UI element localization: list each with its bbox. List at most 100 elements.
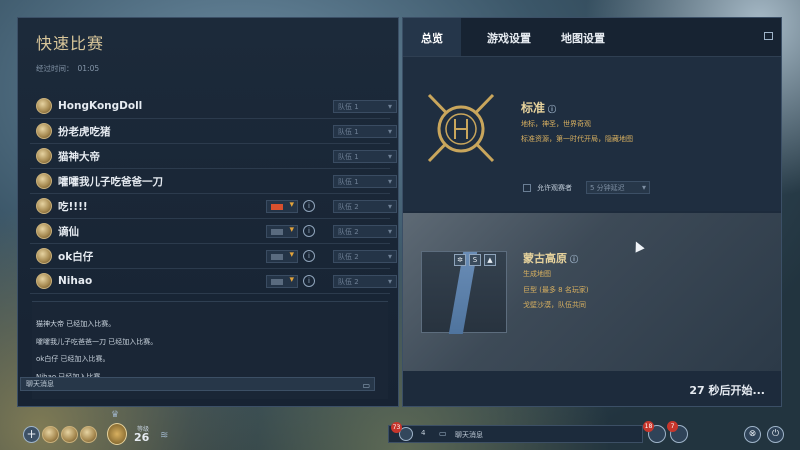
lobby-title: 快速比赛: [36, 34, 105, 53]
player-avatar[interactable]: [36, 198, 52, 214]
info-icon[interactable]: i: [303, 250, 315, 262]
tab-game-settings[interactable]: 游戏设置: [469, 18, 549, 56]
window-icon[interactable]: [764, 32, 773, 40]
tab-overview[interactable]: 总览: [403, 18, 461, 56]
bottom-bar: + ♛ 等级 26 ≋ 73 4 ▭ 聊天消息 18 7 ⊗ ⏻: [0, 410, 800, 450]
team-select[interactable]: 队伍 1: [333, 175, 397, 188]
map-resources: 戈壁沙漠，队伍共同: [523, 301, 586, 309]
notification-badge: 73: [391, 422, 402, 433]
player-avatar[interactable]: [36, 223, 52, 239]
info-icon[interactable]: i: [303, 275, 315, 287]
bottom-chat-label[interactable]: 聊天消息: [455, 430, 483, 440]
send-icon[interactable]: ▭: [362, 379, 370, 392]
chat-input[interactable]: 聊天消息 ▭: [20, 377, 375, 391]
player-row[interactable]: HongKongDoll 队伍 1: [30, 94, 397, 119]
map-type: 生成地图: [523, 270, 551, 278]
player-name: HongKongDoll: [58, 100, 143, 112]
party-avatar[interactable]: [61, 426, 78, 443]
flag-icon: [271, 204, 283, 210]
info-icon[interactable]: i: [303, 200, 315, 212]
river-icon: S: [469, 254, 481, 266]
team-select[interactable]: 队伍 2: [333, 225, 397, 238]
civ-flag-select[interactable]: [266, 250, 298, 263]
crown-icon: ♛: [111, 410, 120, 420]
add-friend-button[interactable]: +: [23, 426, 40, 443]
player-row[interactable]: 嚯嚯我儿子吃爸爸一刀 队伍 1: [30, 169, 397, 194]
mode-victory-conditions: 地标，神圣，世界奇观: [521, 120, 591, 128]
player-avatar[interactable]: [36, 98, 52, 114]
player-row[interactable]: 扮老虎吃猪 队伍 1: [30, 119, 397, 144]
team-select[interactable]: 队伍 1: [333, 100, 397, 113]
player-row[interactable]: 猫神大帝 队伍 1: [30, 144, 397, 169]
elapsed-label: 经过时间：: [36, 64, 74, 73]
tab-bar: 总览 游戏设置 地图设置: [403, 18, 781, 56]
party-avatar[interactable]: [80, 426, 97, 443]
gear-icon: ✲: [454, 254, 466, 266]
map-badges: ✲ S ▲: [454, 254, 496, 266]
player-avatar[interactable]: [36, 173, 52, 189]
tab-map-settings[interactable]: 地图设置: [543, 18, 623, 56]
player-row[interactable]: 谪仙 i 队伍 2: [30, 219, 397, 244]
party-avatar[interactable]: [42, 426, 59, 443]
chat-message: ok白仔 已经加入比赛。: [36, 355, 110, 363]
player-name: Nihao: [58, 275, 93, 287]
chat-icon[interactable]: ▭: [439, 429, 447, 438]
info-icon[interactable]: i: [303, 225, 315, 237]
chat-message: 嚯嚯我儿子吃爸爸一刀 已经加入比赛。: [36, 337, 158, 346]
player-name: 猫神大帝: [58, 150, 100, 163]
player-avatar[interactable]: [36, 123, 52, 139]
elapsed-time: 经过时间： 01:05: [36, 63, 99, 74]
info-icon[interactable]: ⓘ: [548, 105, 556, 114]
achievement-badge: 7: [667, 421, 678, 432]
player-row[interactable]: ok白仔 i 队伍 2: [30, 244, 397, 269]
spectate-label: 允许观赛者: [537, 184, 572, 192]
player-name: 嚯嚯我儿子吃爸爸一刀: [58, 175, 163, 188]
settings-panel: 总览 游戏设置 地图设置 标准 ⓘ 地标，神圣，世界奇观 标准资源，第一时代开局，…: [402, 17, 782, 407]
player-avatar[interactable]: [107, 423, 127, 445]
party-avatars: [42, 426, 97, 443]
player-avatar[interactable]: [36, 248, 52, 264]
spectate-delay-select[interactable]: 5 分钟延迟: [586, 181, 650, 194]
countdown-text: 27 秒后开始...: [689, 384, 765, 397]
settings-icon[interactable]: ⊗: [744, 426, 761, 443]
elapsed-value: 01:05: [77, 64, 100, 73]
player-name: 扮老虎吃猪: [58, 125, 111, 138]
mouse-cursor-icon: [631, 239, 645, 253]
map-thumbnail[interactable]: ✲ S ▲: [421, 251, 507, 334]
invite-badge: 18: [643, 421, 654, 432]
team-select[interactable]: 队伍 2: [333, 200, 397, 213]
civ-flag-select[interactable]: [266, 275, 298, 288]
team-select[interactable]: 队伍 2: [333, 250, 397, 263]
chat-input-placeholder: 聊天消息: [26, 380, 54, 388]
power-icon[interactable]: ⏻: [767, 426, 784, 443]
player-name: ok白仔: [58, 250, 94, 263]
map-info-icon[interactable]: ⓘ: [570, 255, 578, 264]
flag-icon: [271, 229, 283, 235]
map-size: 巨型 (最多 8 名玩家): [523, 286, 589, 294]
player-row[interactable]: Nihao i 队伍 2: [30, 269, 397, 294]
civ-flag-select[interactable]: [266, 200, 298, 213]
flag-icon: [271, 254, 283, 260]
social-bar: 73 4 ▭ 聊天消息: [388, 422, 643, 443]
player-row[interactable]: 吃!!!! i 队伍 2: [30, 194, 397, 219]
chat-messages: 猫神大帝 已经加入比赛。嚯嚯我儿子吃爸爸一刀 已经加入比赛。 ok白仔 已经加入比…: [36, 316, 157, 386]
player-avatar[interactable]: [36, 273, 52, 289]
team-select[interactable]: 队伍 1: [333, 125, 397, 138]
crossed-swords-shield-icon: [427, 93, 495, 163]
player-name: 谪仙: [58, 225, 79, 238]
wifi-icon: ≋: [160, 430, 169, 441]
team-select[interactable]: 队伍 2: [333, 275, 397, 288]
online-count: 4: [421, 429, 426, 437]
flag-icon: [271, 279, 283, 285]
overview-section: 标准 ⓘ 地标，神圣，世界奇观 标准资源，第一时代开局，隐藏地图 允许观赛者 5 …: [403, 56, 781, 211]
map-name: 蒙古高原 ⓘ: [523, 250, 578, 266]
lobby-panel: 快速比赛 经过时间：01:05 HongKongDoll 队伍 1 扮老虎吃猪 …: [17, 17, 399, 407]
player-avatar[interactable]: [36, 148, 52, 164]
team-select[interactable]: 队伍 1: [333, 150, 397, 163]
mode-title-text: 标准: [521, 101, 546, 115]
chat-message: 猫神大帝 已经加入比赛。: [36, 320, 116, 328]
spectate-checkbox[interactable]: [523, 184, 531, 192]
mode-title: 标准 ⓘ: [521, 99, 556, 116]
civ-flag-select[interactable]: [266, 225, 298, 238]
mountain-icon: ▲: [484, 254, 496, 266]
